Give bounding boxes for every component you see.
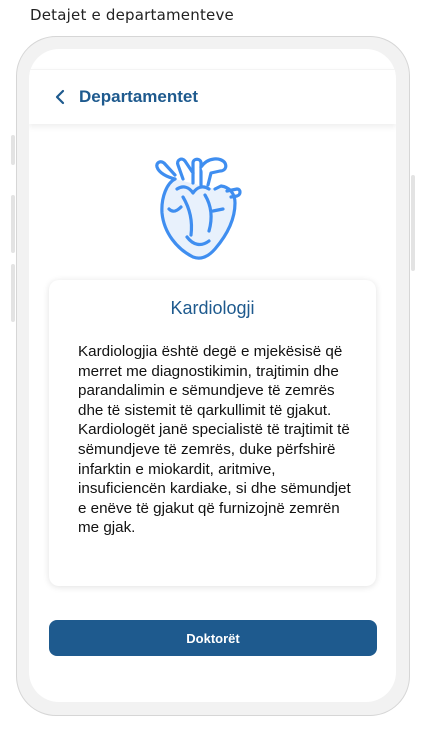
page-caption: Detajet e departamenteve [30, 6, 234, 24]
department-info-card: Kardiologji Kardiologjia është degë e mj… [49, 280, 376, 586]
phone-side-button [11, 264, 15, 322]
phone-side-button [411, 175, 415, 271]
department-description: Kardiologjia është degë e mjekësisë që m… [78, 343, 351, 537]
doctors-button[interactable]: Doktorët [49, 620, 377, 656]
phone-side-button [11, 135, 15, 165]
phone-screen: Departamentet Kardiologji Kardiologjia ë… [29, 49, 396, 702]
heart-icon [155, 157, 242, 260]
app-header: Departamentet [29, 69, 396, 124]
department-name: Kardiologji [170, 298, 255, 318]
back-button[interactable] [51, 85, 69, 109]
page-title: Departamentet [79, 87, 199, 106]
phone-frame: Departamentet Kardiologji Kardiologjia ë… [16, 36, 410, 716]
phone-side-button [11, 195, 15, 253]
chevron-left-icon [55, 89, 65, 105]
